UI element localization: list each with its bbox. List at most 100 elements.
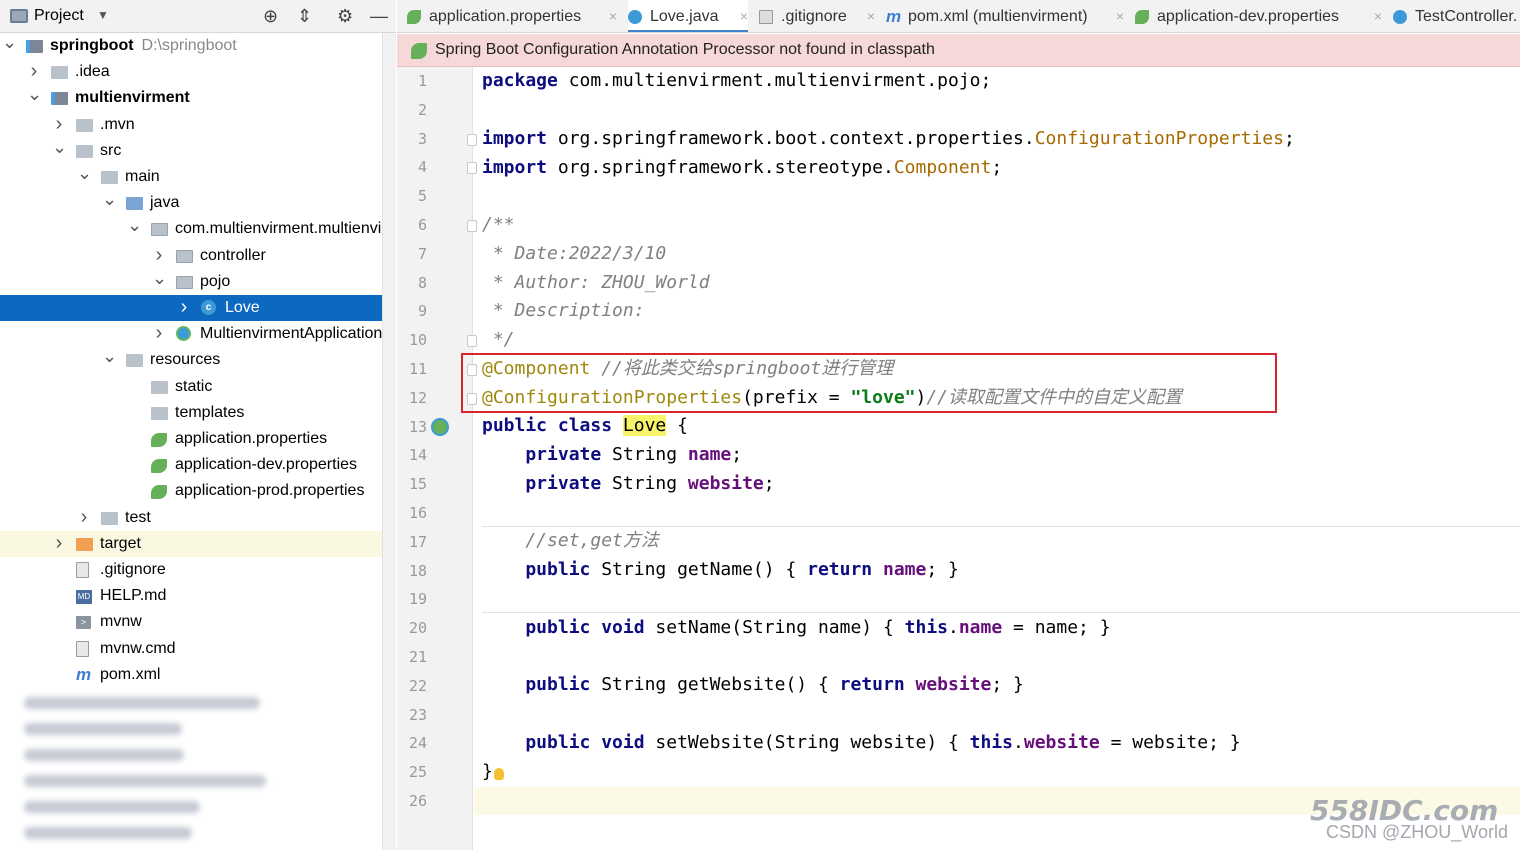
- tree-item[interactable]: application.properties: [0, 426, 382, 452]
- hide-panel-icon[interactable]: —: [370, 5, 388, 27]
- tree-item[interactable]: MD HELP.md: [0, 583, 382, 609]
- tree-item[interactable]: templates: [0, 400, 382, 426]
- code-line-7: * Date:2022/3/10: [482, 243, 667, 264]
- project-view-selector[interactable]: Project: [34, 7, 84, 25]
- markdown-icon: MD: [76, 590, 92, 605]
- chevron-right-icon[interactable]: ›: [152, 321, 166, 345]
- close-icon[interactable]: ×: [867, 0, 875, 32]
- chevron-down-icon[interactable]: ▼: [97, 8, 109, 22]
- tree-item-label: pojo: [200, 272, 231, 290]
- locate-target-icon[interactable]: ⊕: [263, 5, 278, 27]
- close-icon[interactable]: ×: [740, 0, 748, 32]
- tree-item[interactable]: ⌄ multienvirment: [0, 85, 382, 111]
- chevron-right-icon[interactable]: ›: [52, 112, 66, 136]
- editor-tab[interactable]: TestController.: [1393, 0, 1520, 32]
- spring-app-icon: [176, 326, 191, 342]
- editor-tab[interactable]: m pom.xml (multienvirment) ×: [886, 0, 1124, 32]
- tree-item[interactable]: application-dev.properties: [0, 452, 382, 478]
- tree-item-label: .mvn: [100, 115, 135, 133]
- tree-item[interactable]: › controller: [0, 243, 382, 269]
- package-icon: [176, 249, 193, 263]
- code-line-8: * Author: ZHOU_World: [482, 272, 710, 293]
- line-number: 6: [417, 216, 427, 234]
- tree-item[interactable]: ⌄ java: [0, 190, 382, 216]
- module-icon: [26, 40, 43, 53]
- chevron-right-icon[interactable]: ›: [27, 59, 41, 83]
- tree-item[interactable]: › test: [0, 505, 382, 531]
- tree-item[interactable]: ⌄ src: [0, 138, 382, 164]
- chevron-down-icon[interactable]: ⌄: [27, 85, 42, 103]
- package-icon: [151, 223, 168, 237]
- line-number: 10: [408, 331, 427, 350]
- line-number: 12: [408, 388, 427, 407]
- spring-leaf-icon: [151, 485, 167, 500]
- code-editor[interactable]: package com.multienvirment.multienvirmen…: [474, 67, 1520, 850]
- tree-item[interactable]: static: [0, 374, 382, 400]
- excluded-folder-icon: [76, 537, 93, 551]
- line-number: 5: [417, 187, 427, 206]
- tree-item[interactable]: > mvnw: [0, 609, 382, 635]
- spring-leaf-icon: [151, 459, 167, 474]
- tree-item[interactable]: › target: [0, 530, 382, 557]
- close-icon[interactable]: ×: [1374, 0, 1382, 32]
- tree-item-label: com.multienvirment.multienvi: [175, 220, 382, 238]
- tree-item[interactable]: mvnw.cmd: [0, 636, 382, 662]
- editor-tab-bar: application.properties × Love.java × .gitign…: [397, 0, 1520, 33]
- project-panel-header: Project ▼ ⊕ ⇕ ⚙ —: [0, 0, 396, 33]
- editor-tab[interactable]: Love.java ×: [628, 0, 748, 32]
- class-icon: [1393, 10, 1407, 24]
- chevron-down-icon[interactable]: ⌄: [102, 190, 117, 208]
- tree-item[interactable]: application-prod.properties: [0, 478, 382, 504]
- chevron-down-icon[interactable]: ⌄: [77, 164, 92, 182]
- tree-item[interactable]: › .mvn: [0, 112, 382, 138]
- editor-tab[interactable]: .gitignore ×: [759, 0, 875, 32]
- gear-icon[interactable]: ⚙: [337, 5, 353, 27]
- tree-item[interactable]: ⌄ springboot D:\springboot: [0, 33, 382, 59]
- chevron-down-icon[interactable]: ⌄: [127, 216, 142, 234]
- folder-icon: [151, 380, 168, 394]
- line-number: 9: [417, 302, 427, 321]
- folder-icon: [101, 511, 118, 525]
- tree-item-label: resources: [150, 351, 221, 369]
- tree-item[interactable]: ⌄ resources: [0, 347, 382, 373]
- editor-tab[interactable]: application-dev.properties ×: [1135, 0, 1382, 32]
- collapse-all-icon[interactable]: ⇕: [297, 5, 312, 27]
- tree-item[interactable]: .gitignore: [0, 557, 382, 583]
- folder-icon: [51, 66, 68, 80]
- line-number: 22: [408, 676, 427, 695]
- tree-item[interactable]: › c Love: [0, 295, 382, 321]
- chevron-down-icon[interactable]: ⌄: [52, 138, 67, 156]
- code-line-18: public String getName() { return name; }: [482, 559, 959, 580]
- chevron-right-icon[interactable]: ›: [52, 531, 66, 555]
- project-path: D:\springboot: [141, 37, 237, 54]
- editor-tab[interactable]: application.properties ×: [407, 0, 617, 32]
- chevron-down-icon[interactable]: ⌄: [152, 269, 167, 287]
- line-number: 17: [408, 532, 427, 551]
- tree-item[interactable]: › MultienvirmentApplication: [0, 321, 382, 347]
- gitignore-file-icon: [759, 10, 773, 24]
- annotation-highlight-box: [461, 353, 1277, 413]
- ide-window: Project ▼ ⊕ ⇕ ⚙ — ⌄ springboot D:\springbo…: [0, 0, 1520, 850]
- tree-item[interactable]: ⌄ pojo: [0, 269, 382, 295]
- line-number: 7: [417, 244, 427, 263]
- chevron-down-icon[interactable]: ⌄: [102, 347, 117, 365]
- tree-item[interactable]: ⌄ com.multienvirment.multienvi: [0, 216, 382, 242]
- text-file-icon: [76, 640, 89, 657]
- lightbulb-icon[interactable]: [494, 768, 504, 780]
- close-icon[interactable]: ×: [1116, 0, 1124, 32]
- close-icon[interactable]: ×: [609, 0, 617, 32]
- editor-tab-label: application-dev.properties: [1157, 8, 1340, 25]
- spring-bean-gutter-icon[interactable]: [431, 418, 449, 436]
- chevron-right-icon[interactable]: ›: [177, 295, 191, 319]
- editor-tab-label: TestController.: [1415, 8, 1518, 25]
- code-line-6: /**: [482, 214, 515, 235]
- chevron-right-icon[interactable]: ›: [77, 505, 91, 529]
- chevron-right-icon[interactable]: ›: [152, 243, 166, 267]
- tree-item[interactable]: › .idea: [0, 59, 382, 85]
- tree-item[interactable]: ⌄ main: [0, 164, 382, 190]
- line-number: 3: [417, 129, 427, 148]
- editor-tab-label: Love.java: [650, 8, 719, 25]
- project-panel-scrollbar[interactable]: [382, 33, 396, 850]
- tree-item[interactable]: m pom.xml: [0, 662, 382, 688]
- chevron-down-icon[interactable]: ⌄: [2, 33, 17, 51]
